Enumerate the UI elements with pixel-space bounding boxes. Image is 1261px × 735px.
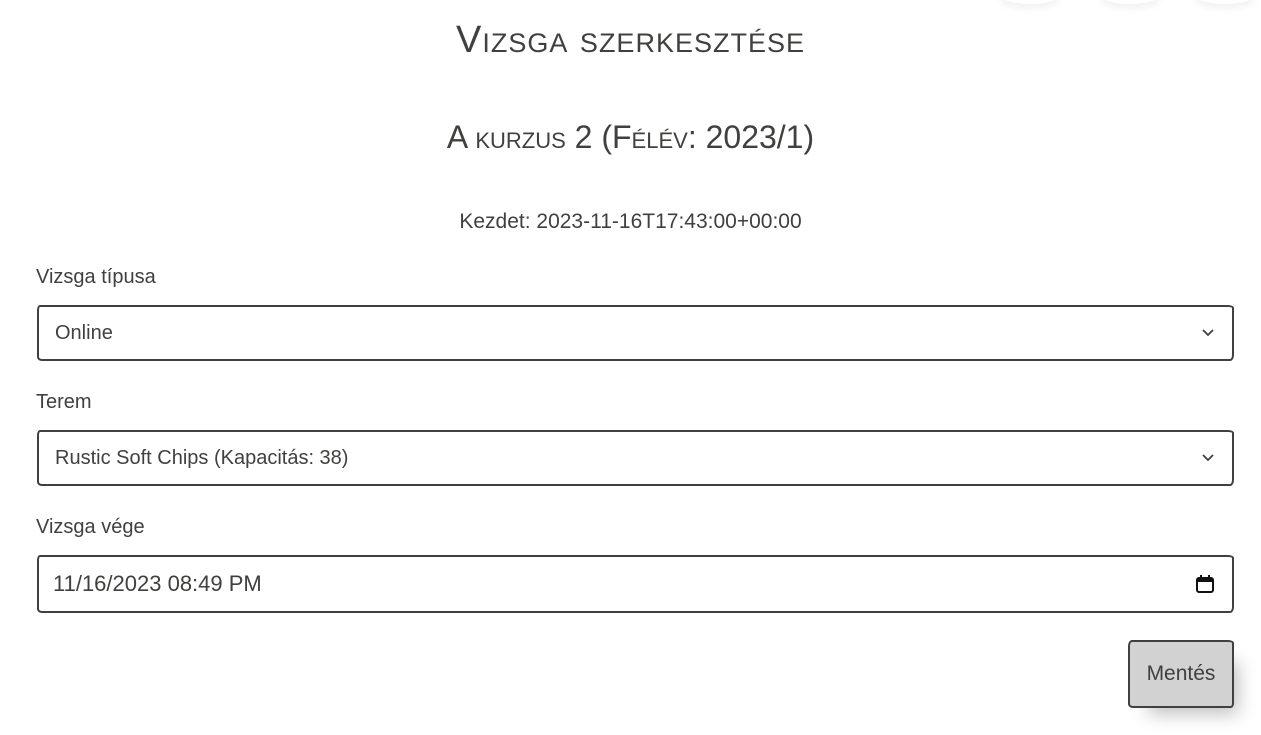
chevron-down-icon [1200, 325, 1216, 341]
room-label: Terem [36, 391, 92, 413]
top-decoration [1100, 0, 1160, 4]
exam-end-label: Vizsga vége [36, 516, 145, 538]
exam-type-select[interactable]: Online [37, 305, 1234, 361]
exam-end-value: 11/16/2023 08:49 PM [53, 571, 262, 596]
exam-type-label: Vizsga típusa [36, 266, 156, 288]
save-button[interactable]: Mentés [1128, 640, 1234, 708]
top-decoration [1195, 0, 1255, 4]
room-select[interactable]: Rustic Soft Chips (Kapacitás: 38) [37, 430, 1234, 486]
top-decoration [1000, 0, 1060, 4]
room-value: Rustic Soft Chips (Kapacitás: 38) [55, 446, 349, 469]
exam-type-value: Online [55, 321, 113, 344]
course-subtitle: A kurzus 2 (Félév: 2023/1) [446, 119, 815, 155]
page-title: Vizsga szerkesztése [456, 19, 805, 61]
page: Vizsga szerkesztése A kurzus 2 (Félév: 2… [0, 0, 1261, 735]
exam-end-datetime-input[interactable]: 11/16/2023 08:49 PM [37, 555, 1234, 613]
calendar-icon[interactable] [1194, 573, 1216, 595]
exam-start-text: Kezdet: 2023-11-16T17:43:00+00:00 [459, 210, 802, 233]
chevron-down-icon [1200, 450, 1216, 466]
